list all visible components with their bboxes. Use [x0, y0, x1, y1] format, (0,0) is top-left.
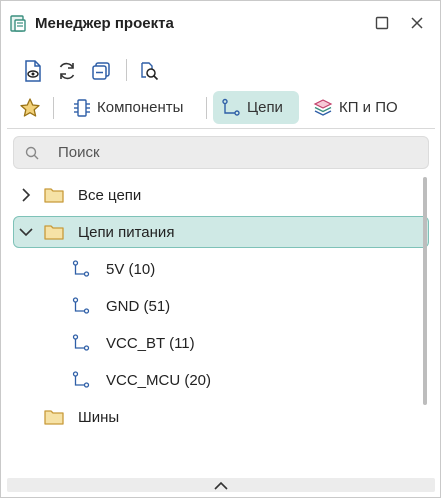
- net-icon: [72, 371, 90, 389]
- tree-item-buses[interactable]: Шины: [13, 401, 429, 433]
- refresh-button[interactable]: [55, 59, 79, 83]
- tab-pads-vias-label: КП и ПО: [339, 99, 398, 116]
- search-input[interactable]: [58, 137, 418, 168]
- component-icon: [74, 98, 90, 117]
- tab-favorites[interactable]: [19, 91, 45, 124]
- net-icon: [72, 334, 90, 352]
- tree-item-all-nets[interactable]: Все цепи: [13, 179, 429, 211]
- document-view-icon: [25, 60, 41, 82]
- toolbar: [1, 55, 440, 87]
- find-icon: [141, 62, 159, 81]
- net-icon: [72, 297, 90, 315]
- find-button[interactable]: [137, 59, 161, 83]
- close-icon: [411, 17, 423, 29]
- net-icon: [72, 260, 90, 278]
- project-manager-window: Менеджер проекта Компоненты Цепи КП и ПО…: [0, 0, 441, 498]
- tree-item-net[interactable]: VCC_MCU (20): [13, 364, 429, 396]
- document-view-button[interactable]: [21, 59, 45, 83]
- tab-pads-vias[interactable]: КП и ПО: [307, 91, 404, 124]
- refresh-icon: [59, 62, 75, 80]
- tree-item-power-nets[interactable]: Цепи питания: [13, 216, 429, 248]
- search-icon: [24, 145, 40, 161]
- maximize-button[interactable]: [372, 13, 392, 33]
- tab-separator: [53, 97, 54, 119]
- expand-panel-bar[interactable]: [7, 478, 435, 492]
- tab-bar: Компоненты Цепи КП и ПО: [1, 90, 440, 124]
- chevron-right-icon[interactable]: [19, 188, 33, 202]
- tree-item-label: VCC_MCU (20): [106, 371, 212, 389]
- tab-separator: [206, 97, 207, 119]
- window-title: Менеджер проекта: [35, 15, 174, 32]
- star-icon: [20, 97, 40, 117]
- net-icon: [222, 98, 240, 116]
- folder-icon: [44, 224, 64, 240]
- search-box: [13, 136, 429, 169]
- tab-components-label: Компоненты: [97, 99, 184, 116]
- tree-item-net[interactable]: 5V (10): [13, 253, 429, 285]
- collapse-all-button[interactable]: [89, 59, 113, 83]
- tree-item-net[interactable]: GND (51): [13, 290, 429, 322]
- tree-item-label: Шины: [78, 408, 120, 426]
- collapse-icon: [92, 62, 110, 80]
- chevron-up-icon: [214, 481, 228, 490]
- tabs-divider: [7, 128, 435, 129]
- close-button[interactable]: [407, 13, 427, 33]
- layers-icon: [313, 98, 333, 116]
- tab-nets-label: Цепи: [247, 99, 283, 116]
- tree-item-label: GND (51): [106, 297, 171, 315]
- tree-item-label: 5V (10): [106, 260, 156, 278]
- tab-nets[interactable]: Цепи: [213, 91, 299, 124]
- maximize-icon: [375, 16, 389, 30]
- tree-item-label: Все цепи: [78, 186, 142, 204]
- title-bar: Менеджер проекта: [1, 1, 440, 45]
- project-manager-icon: [8, 14, 28, 34]
- tree-item-label: Цепи питания: [78, 223, 175, 241]
- toolbar-separator: [126, 59, 127, 81]
- folder-icon: [44, 409, 64, 425]
- tab-components[interactable]: Компоненты: [67, 91, 189, 124]
- tree-item-net[interactable]: VCC_BT (11): [13, 327, 429, 359]
- vertical-scrollbar[interactable]: [423, 177, 427, 405]
- chevron-down-icon[interactable]: [19, 225, 33, 239]
- folder-icon: [44, 187, 64, 203]
- tree-item-label: VCC_BT (11): [106, 334, 195, 352]
